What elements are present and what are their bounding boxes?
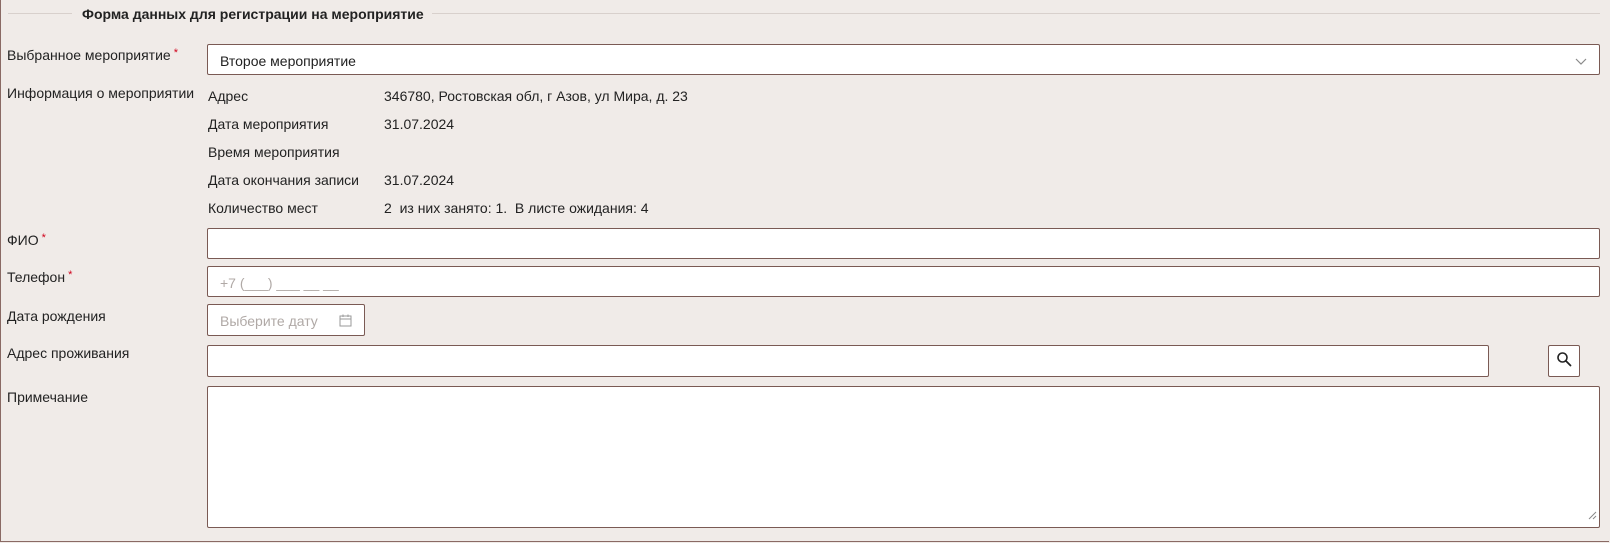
info-key-event-date: Дата мероприятия bbox=[208, 116, 329, 132]
birthdate-placeholder: Выберите дату bbox=[220, 313, 318, 329]
resize-handle-icon[interactable] bbox=[1588, 507, 1597, 525]
event-select-label: Выбранное мероприятие * bbox=[7, 47, 178, 63]
required-mark: * bbox=[68, 269, 73, 281]
address-search-button[interactable] bbox=[1548, 345, 1580, 377]
phone-label-text: Телефон bbox=[7, 269, 66, 285]
note-label: Примечание bbox=[7, 389, 89, 405]
address-input[interactable] bbox=[207, 345, 1489, 377]
info-key-address: Адрес bbox=[208, 88, 249, 104]
info-key-event-time: Время мероприятия bbox=[208, 144, 340, 160]
info-key-registration-end: Дата окончания записи bbox=[208, 172, 360, 188]
phone-placeholder: +7 (___) ___ __ __ bbox=[220, 275, 339, 291]
required-mark: * bbox=[41, 232, 46, 244]
fio-label: ФИО * bbox=[7, 232, 46, 248]
form-legend: Форма данных для регистрации на мероприя… bbox=[82, 6, 424, 22]
event-select-label-text: Выбранное мероприятие bbox=[7, 47, 171, 63]
event-select[interactable]: Второе мероприятие bbox=[207, 44, 1600, 75]
phone-label: Телефон * bbox=[7, 269, 72, 285]
phone-input[interactable]: +7 (___) ___ __ __ bbox=[207, 266, 1600, 297]
chevron-down-icon[interactable] bbox=[1575, 54, 1587, 72]
birthdate-label: Дата рождения bbox=[7, 308, 106, 324]
fieldset-border-left bbox=[8, 13, 72, 14]
note-textarea[interactable] bbox=[207, 386, 1600, 528]
birthdate-picker[interactable]: Выберите дату bbox=[207, 304, 365, 336]
calendar-icon[interactable] bbox=[339, 314, 352, 332]
info-value-address: 346780, Ростовская обл, г Азов, ул Мира,… bbox=[384, 88, 688, 104]
event-info-label: Информация о мероприятии bbox=[7, 85, 195, 101]
fio-label-text: ФИО bbox=[7, 232, 39, 248]
fieldset-border-right bbox=[432, 13, 1600, 14]
info-key-seats: Количество мест bbox=[208, 200, 318, 216]
fio-input[interactable] bbox=[207, 228, 1600, 259]
address-label: Адрес проживания bbox=[7, 345, 130, 361]
info-value-seats: 2 из них занято: 1. В листе ожидания: 4 bbox=[384, 200, 649, 216]
search-icon bbox=[1556, 351, 1572, 372]
info-value-registration-end: 31.07.2024 bbox=[384, 172, 455, 188]
required-mark: * bbox=[173, 47, 178, 59]
event-select-value: Второе мероприятие bbox=[220, 53, 356, 69]
info-value-event-date: 31.07.2024 bbox=[384, 116, 455, 132]
